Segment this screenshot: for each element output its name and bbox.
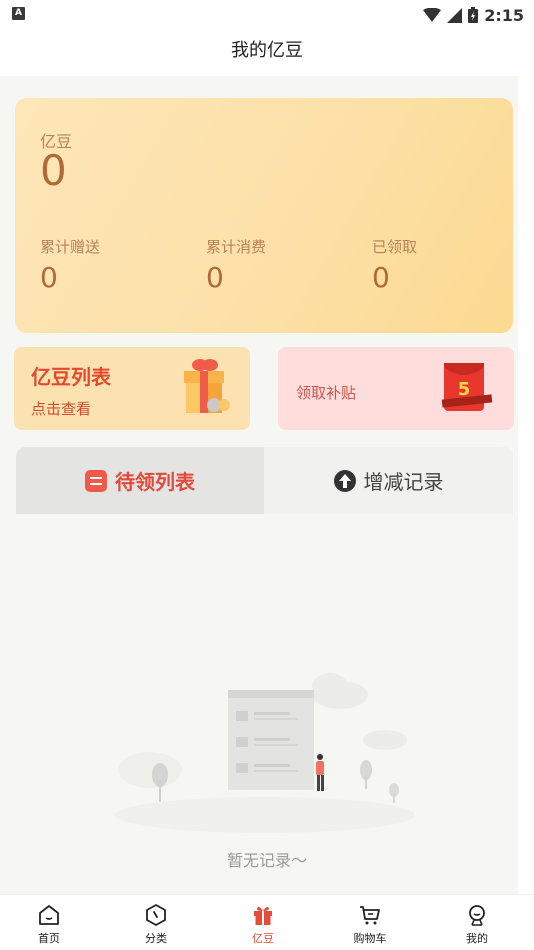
nav-yidou-label: 亿豆 bbox=[252, 932, 274, 945]
stat-label: 累计赠送 bbox=[40, 238, 101, 256]
battery-icon bbox=[468, 7, 479, 23]
status-time: 2:15 bbox=[484, 5, 524, 25]
stat-value: 0 bbox=[372, 261, 390, 294]
home-icon bbox=[39, 905, 59, 925]
nav-category-label: 分类 bbox=[145, 932, 167, 945]
nav-home[interactable]: 首页 bbox=[14, 895, 84, 950]
status-bar: A 2:15 bbox=[0, 0, 534, 30]
yidou-list-card[interactable]: 亿豆列表 点击查看 bbox=[14, 347, 250, 430]
nav-profile-label: 我的 bbox=[466, 932, 488, 945]
gift-box-icon bbox=[184, 359, 230, 413]
stat-value: 0 bbox=[40, 261, 58, 294]
stat-total-spent: 累计消费 0 bbox=[206, 236, 266, 294]
notification-icon: A bbox=[12, 7, 25, 20]
stat-value: 0 bbox=[206, 261, 224, 294]
stat-label: 已领取 bbox=[372, 238, 418, 256]
nav-profile[interactable]: 我的 bbox=[442, 895, 512, 950]
cart-icon bbox=[360, 906, 380, 925]
nav-home-label: 首页 bbox=[38, 932, 60, 945]
wifi-icon bbox=[423, 8, 442, 22]
status-icons: 2:15 bbox=[423, 3, 524, 27]
arrow-up-icon bbox=[333, 469, 356, 492]
stat-total-gifted: 累计赠送 0 bbox=[40, 236, 100, 294]
nav-cart[interactable]: 购物车 bbox=[335, 895, 405, 950]
subsidy-badge-number: 5 bbox=[458, 379, 471, 400]
stat-claimed: 已领取 0 bbox=[372, 236, 417, 294]
profile-icon bbox=[469, 905, 485, 926]
empty-state-illustration bbox=[115, 673, 415, 833]
nav-category[interactable]: 分类 bbox=[121, 895, 191, 950]
red-envelope-icon: 5 bbox=[441, 363, 493, 411]
list-icon bbox=[85, 469, 107, 492]
category-icon bbox=[146, 904, 166, 926]
yidou-list-subtitle: 点击查看 bbox=[31, 400, 92, 418]
claim-subsidy-card[interactable]: 领取补贴 5 bbox=[278, 347, 514, 430]
tab-history[interactable]: 增减记录 bbox=[264, 447, 513, 514]
gift-icon bbox=[254, 906, 272, 925]
nav-cart-label: 购物车 bbox=[353, 932, 387, 945]
app-header: 我的亿豆 bbox=[0, 30, 534, 76]
tab-pending-label: 待领列表 bbox=[115, 470, 195, 494]
claim-subsidy-title: 领取补贴 bbox=[296, 384, 357, 402]
balance-value: 0 bbox=[40, 146, 67, 195]
empty-state-text: 暂无记录～ bbox=[226, 851, 307, 870]
signal-icon bbox=[447, 7, 463, 23]
tab-pending-list[interactable]: 待领列表 bbox=[16, 447, 264, 514]
tab-history-label: 增减记录 bbox=[363, 470, 444, 494]
record-tabs: 待领列表 增减记录 bbox=[16, 447, 513, 514]
balance-card: 亿豆 0 累计赠送 0 累计消费 0 已领取 0 bbox=[15, 98, 513, 333]
yidou-list-title: 亿豆列表 bbox=[31, 365, 111, 389]
bottom-navigation: 首页 分类 亿豆 购物车 我的 bbox=[0, 894, 534, 950]
stat-label: 累计消费 bbox=[206, 238, 267, 256]
nav-yidou[interactable]: 亿豆 bbox=[228, 895, 298, 950]
page-title: 我的亿豆 bbox=[231, 40, 303, 61]
edge-strip bbox=[518, 76, 534, 894]
